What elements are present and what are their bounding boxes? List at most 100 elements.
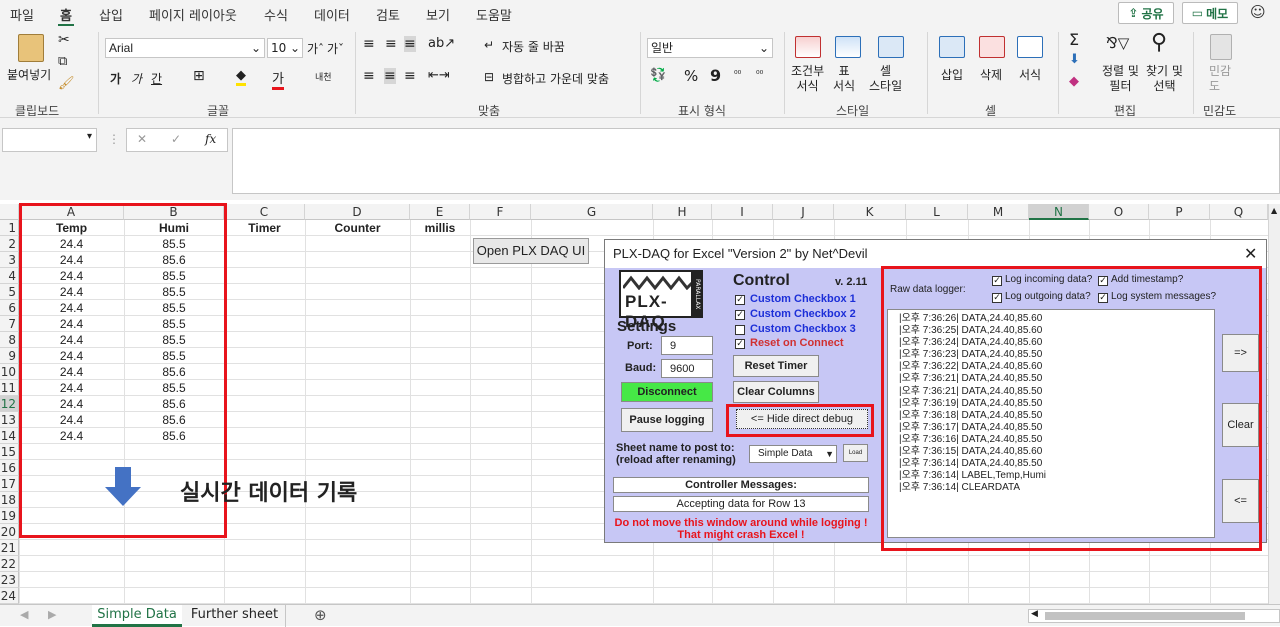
custom-checkbox-1[interactable]: ✓ — [735, 295, 745, 305]
row-header[interactable]: 15 — [0, 444, 19, 460]
fill-color-icon[interactable]: ◆ — [236, 68, 246, 86]
humi-cell[interactable]: 85.5 — [124, 348, 224, 364]
temp-cell[interactable]: 24.4 — [19, 252, 124, 268]
load-button[interactable]: Load — [843, 444, 868, 462]
format-painter-icon[interactable]: 🖌 — [58, 76, 75, 91]
share-button[interactable]: ⇪ 공유 — [1118, 2, 1174, 24]
tab-review[interactable]: 검토 — [376, 5, 400, 24]
row-header[interactable]: 5 — [0, 284, 19, 300]
humi-cell[interactable]: 85.5 — [124, 300, 224, 316]
hide-direct-debug-button[interactable]: <= Hide direct debug — [736, 409, 868, 429]
disconnect-button[interactable]: Disconnect — [621, 382, 713, 402]
vertical-scrollbar[interactable]: ▲ — [1268, 204, 1280, 604]
tab-insert[interactable]: 삽입 — [99, 5, 123, 24]
row-header[interactable]: 8 — [0, 332, 19, 348]
temp-cell[interactable]: 24.4 — [19, 348, 124, 364]
cell-styles-icon[interactable] — [878, 36, 904, 58]
find-select-icon[interactable]: ⚲ — [1151, 30, 1167, 55]
comma-button[interactable]: 9 — [710, 66, 721, 85]
tab-view[interactable]: 보기 — [426, 5, 450, 24]
humi-cell[interactable]: 85.6 — [124, 252, 224, 268]
add-sheet-icon[interactable]: ⊕ — [314, 606, 327, 624]
sheet-name-select[interactable]: Simple Data ▼ — [749, 445, 837, 463]
conditional-format-icon[interactable] — [795, 36, 821, 58]
formula-input[interactable] — [232, 128, 1280, 194]
paste-icon[interactable] — [18, 34, 44, 62]
column-header[interactable]: N — [1029, 204, 1089, 220]
cut-icon[interactable]: ✂ — [58, 32, 70, 48]
align-bottom-icon[interactable]: ≡ — [404, 36, 416, 52]
humi-cell[interactable]: 85.6 — [124, 364, 224, 380]
column-header[interactable]: B — [124, 204, 224, 220]
humi-cell[interactable]: 85.6 — [124, 428, 224, 444]
row-header[interactable]: 16 — [0, 460, 19, 476]
phonetic-icon[interactable]: 내천 — [315, 70, 332, 83]
paste-label[interactable]: 붙여넣기 — [7, 66, 51, 83]
border-icon[interactable]: ⊞ — [193, 68, 205, 84]
temp-cell[interactable]: 24.4 — [19, 236, 124, 252]
tab-file[interactable]: 파일 — [10, 5, 34, 24]
conditional-format-label[interactable]: 조건부 서식 — [791, 64, 824, 94]
column-header[interactable]: M — [968, 204, 1029, 220]
align-top-icon[interactable]: ≡ — [363, 36, 375, 52]
row-header[interactable]: 11 — [0, 380, 19, 396]
clear-icon[interactable]: ◆ — [1069, 74, 1079, 89]
scroll-up-icon[interactable]: ▲ — [1271, 206, 1277, 215]
row-header[interactable]: 17 — [0, 476, 19, 492]
tab-formulas[interactable]: 수식 — [264, 5, 288, 24]
back-arrow-button[interactable]: <= — [1222, 479, 1259, 523]
align-left-icon[interactable]: ≡ — [363, 68, 375, 84]
wrap-text-icon[interactable]: ↵ — [484, 38, 494, 52]
increase-decimal-icon[interactable]: ⁰⁰ — [734, 70, 741, 80]
format-as-table-icon[interactable] — [835, 36, 861, 58]
insert-cells-icon[interactable] — [939, 36, 965, 58]
humi-cell[interactable]: 85.5 — [124, 236, 224, 252]
row-header[interactable]: 20 — [0, 524, 19, 540]
orientation-icon[interactable]: ab↗ — [428, 36, 455, 51]
tab-page-layout[interactable]: 페이지 레이아웃 — [149, 5, 237, 24]
temp-cell[interactable]: 24.4 — [19, 412, 124, 428]
tab-help[interactable]: 도움말 — [476, 5, 512, 24]
column-header[interactable]: Q — [1210, 204, 1268, 220]
decrease-decimal-icon[interactable]: ⁰⁰ — [756, 70, 763, 80]
temp-cell[interactable]: 24.4 — [19, 396, 124, 412]
bold-button[interactable]: 가 — [110, 70, 121, 87]
font-grow-icon[interactable]: 가ˆ — [307, 40, 324, 57]
sheet-tab-further-sheet[interactable]: Further sheet — [184, 605, 286, 627]
baud-input[interactable]: 9600 — [661, 359, 713, 378]
row-header[interactable]: 10 — [0, 364, 19, 380]
temp-cell[interactable]: 24.4 — [19, 364, 124, 380]
reset-timer-button[interactable]: Reset Timer — [733, 355, 819, 377]
merge-center-icon[interactable]: ⊟ — [484, 70, 494, 84]
italic-button[interactable]: 가 — [131, 70, 142, 87]
log-system-checkbox[interactable]: ✓ — [1098, 293, 1108, 303]
font-color-icon[interactable]: 가 — [272, 68, 284, 90]
row-header[interactable]: 19 — [0, 508, 19, 524]
font-name-select[interactable]: Arial ⌄ — [105, 38, 265, 58]
column-header[interactable]: I — [712, 204, 773, 220]
temp-cell[interactable]: 24.4 — [19, 332, 124, 348]
temp-cell[interactable]: 24.4 — [19, 300, 124, 316]
clear-log-button[interactable]: Clear — [1222, 403, 1259, 447]
prev-sheet-icon[interactable]: ◀ — [20, 608, 28, 621]
port-input[interactable]: 9 — [661, 336, 713, 355]
align-center-icon[interactable]: ≡ — [384, 68, 396, 84]
wrap-text-label[interactable]: 자동 줄 바꿈 — [502, 38, 565, 55]
row-header[interactable]: 9 — [0, 348, 19, 364]
column-header[interactable]: L — [906, 204, 968, 220]
header-cell-humi[interactable]: Humi — [124, 220, 224, 236]
temp-cell[interactable]: 24.4 — [19, 428, 124, 444]
clear-columns-button[interactable]: Clear Columns — [733, 381, 819, 403]
tab-data[interactable]: 데이터 — [314, 5, 350, 24]
sensitivity-icon[interactable] — [1210, 34, 1232, 60]
raw-log-textarea[interactable]: |오후 7:36:26| DATA,24.40,85.60 |오후 7:36:25… — [887, 309, 1215, 538]
format-cells-label[interactable]: 서식 — [1019, 66, 1041, 83]
insert-function-button[interactable]: fx — [205, 132, 216, 146]
cancel-icon[interactable]: ✕ — [137, 132, 147, 146]
reset-on-connect-checkbox[interactable]: ✓ — [735, 339, 745, 349]
row-header[interactable]: 7 — [0, 316, 19, 332]
merge-center-label[interactable]: 병합하고 가운데 맞춤 — [502, 70, 609, 87]
align-middle-icon[interactable]: ≡ — [385, 36, 397, 52]
horizontal-scrollbar[interactable]: ◀ — [1028, 609, 1280, 623]
column-header[interactable]: K — [834, 204, 906, 220]
